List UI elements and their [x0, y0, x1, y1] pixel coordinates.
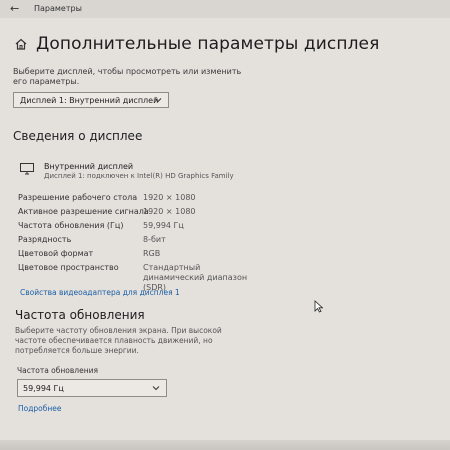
prop-value-desktop-resolution: 1920 × 1080 [143, 193, 196, 202]
mouse-cursor-icon [314, 300, 323, 313]
prop-value-active-resolution: 1920 × 1080 [143, 207, 196, 216]
monitor-info: Внутренний дисплей Дисплей 1: подключен … [20, 162, 234, 181]
chevron-down-icon [154, 98, 162, 103]
prop-label-refresh-rate: Частота обновления (Гц) [18, 221, 124, 230]
page-title: Дополнительные параметры дисплея [36, 34, 380, 54]
prop-label-active-resolution: Активное разрешение сигнала [18, 207, 149, 216]
refresh-rate-field-label: Частота обновления [17, 366, 98, 375]
display-select-value: Дисплей 1: Внутренний дисплей [20, 95, 159, 105]
monitor-name: Внутренний дисплей [44, 162, 134, 171]
display-info-heading: Сведения о дисплее [13, 129, 143, 143]
prop-label-desktop-resolution: Разрешение рабочего стола [18, 193, 138, 202]
display-select[interactable]: Дисплей 1: Внутренний дисплей [13, 92, 169, 108]
prop-value-refresh-rate: 59,994 Гц [143, 221, 184, 230]
adapter-properties-link[interactable]: Свойства видеоадаптера для дисплея 1 [20, 288, 180, 297]
learn-more-link[interactable]: Подробнее [18, 404, 62, 413]
prop-label-bit-depth: Разрядность [18, 235, 72, 244]
title-bar: ← Параметры [0, 0, 450, 18]
intro-text: Выберите дисплей, чтобы просмотреть или … [13, 67, 242, 86]
refresh-rate-select-value: 59,994 Гц [23, 383, 64, 393]
prop-label-color-format: Цветовой формат [18, 249, 94, 258]
chevron-down-icon [152, 386, 160, 391]
taskbar-edge [0, 440, 450, 450]
prop-value-color-format: RGB [143, 249, 161, 258]
monitor-icon [20, 163, 34, 175]
refresh-rate-heading: Частота обновления [15, 308, 145, 322]
prop-label-color-space: Цветовое пространство [18, 263, 119, 272]
home-icon[interactable] [14, 37, 28, 51]
monitor-connection: Дисплей 1: подключен к Intel(R) HD Graph… [44, 172, 234, 180]
refresh-rate-description: Выберите частоту обновления экрана. При … [15, 326, 222, 355]
back-arrow-icon[interactable]: ← [10, 2, 19, 15]
page-header: Дополнительные параметры дисплея [14, 34, 379, 54]
app-title: Параметры [34, 4, 82, 13]
prop-value-bit-depth: 8-бит [143, 235, 166, 244]
refresh-rate-select[interactable]: 59,994 Гц [17, 379, 167, 397]
